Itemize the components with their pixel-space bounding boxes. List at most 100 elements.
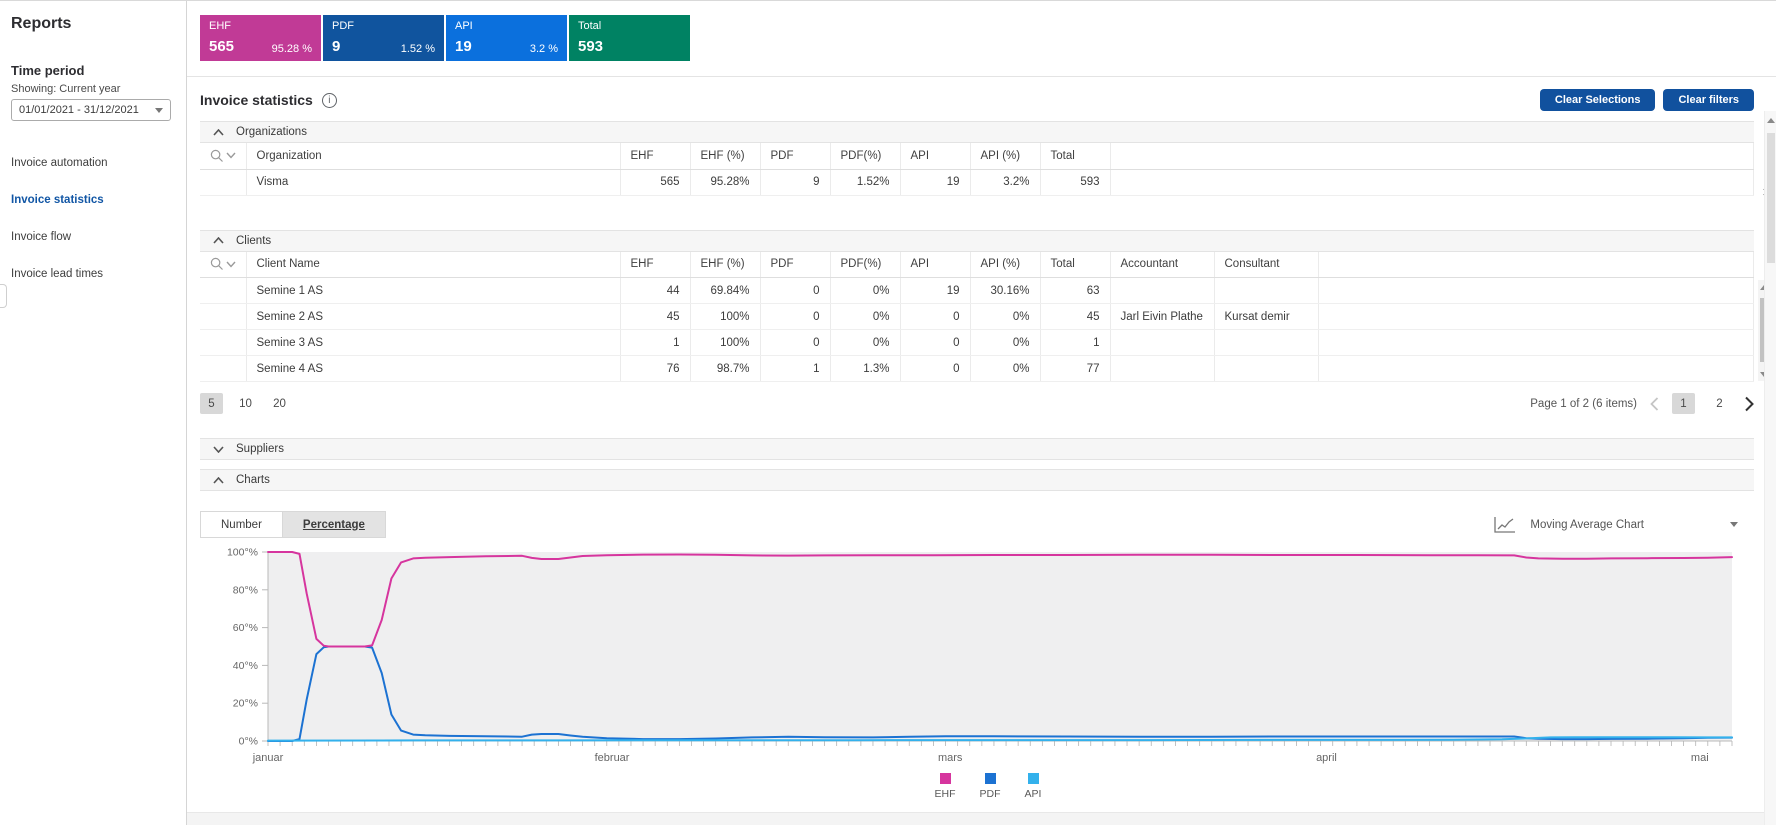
sidebar-item-invoice-lead-times[interactable]: Invoice lead times	[11, 268, 176, 280]
page-title-text: Invoice statistics	[200, 92, 313, 108]
summary-cards: EHF 565 95.28 % PDF 9 1.52 % API 19 3.2 …	[200, 15, 1776, 61]
legend-item-pdf[interactable]: PDF	[980, 773, 1001, 800]
moving-average-chart: 0°% 20°% 40°% 60°% 80°% 100°% januar februar mar…	[200, 544, 1776, 800]
section-header-charts[interactable]: Charts	[200, 469, 1754, 491]
table-row[interactable]: Semine 3 AS 1 100% 0 0% 0 0% 1	[200, 329, 1754, 356]
section-header-suppliers[interactable]: Suppliers	[200, 438, 1754, 460]
card-value: 565	[209, 38, 235, 55]
table-row[interactable]: Visma 565 95.28% 9 1.52% 19 3.2% 593	[200, 169, 1754, 196]
section-label: Suppliers	[236, 443, 284, 455]
clients-col-api[interactable]: API	[900, 251, 971, 278]
sidebar-item-invoice-flow[interactable]: Invoice flow	[11, 231, 176, 243]
org-cell-name: Visma	[246, 169, 621, 196]
clear-selections-button[interactable]: Clear Selections	[1539, 89, 1656, 111]
svg-text:april: april	[1316, 752, 1337, 764]
org-cell-api-pct: 3.2%	[970, 169, 1041, 196]
legend-swatch-api	[1027, 773, 1039, 784]
page-title-reports: Reports	[11, 15, 72, 32]
org-cell-total: 593	[1040, 169, 1111, 196]
sidebar: Reports Time period Showing: Current yea…	[0, 1, 187, 825]
page-size-5[interactable]: 5	[200, 393, 223, 414]
page-button-2[interactable]: 2	[1708, 393, 1731, 414]
toggle-percentage[interactable]: Percentage	[282, 511, 386, 538]
org-col-pdf[interactable]: PDF	[760, 143, 831, 170]
line-chart-icon	[1494, 517, 1516, 533]
chevron-right-icon[interactable]	[1744, 396, 1754, 412]
summary-card-pdf[interactable]: PDF 9 1.52 %	[323, 15, 444, 61]
chevron-up-icon	[213, 476, 224, 484]
chevron-up-icon	[213, 237, 224, 244]
table-row[interactable]: Semine 4 AS 76 98.7% 1 1.3% 0 0% 77	[200, 355, 1754, 382]
legend-item-api[interactable]: API	[1025, 773, 1041, 800]
legend-item-ehf[interactable]: EHF	[935, 773, 956, 800]
page-scrollbar[interactable]	[1764, 111, 1776, 825]
clients-col-name[interactable]: Client Name	[246, 251, 621, 278]
org-col-api-pct[interactable]: API (%)	[970, 143, 1041, 170]
summary-card-total[interactable]: Total 593	[569, 15, 690, 61]
info-icon[interactable]: i	[321, 92, 337, 108]
org-cell-pdf: 9	[760, 169, 831, 196]
summary-card-api[interactable]: API 19 3.2 %	[446, 15, 567, 61]
org-col-total[interactable]: Total	[1040, 143, 1111, 170]
sidebar-item-invoice-automation[interactable]: Invoice automation	[11, 157, 176, 169]
page-size-20[interactable]: 20	[268, 393, 291, 414]
clear-filters-button[interactable]: Clear filters	[1663, 89, 1754, 111]
card-percent: 1.52 %	[400, 43, 435, 55]
section-header-organizations[interactable]: Organizations	[200, 121, 1754, 143]
org-col-api[interactable]: API	[900, 143, 971, 170]
section-header-clients[interactable]: Clients	[200, 229, 1754, 252]
card-label: EHF	[209, 20, 231, 32]
clients-col-total[interactable]: Total	[1040, 251, 1111, 278]
card-label: PDF	[332, 20, 354, 32]
page-button-1[interactable]: 1	[1672, 393, 1695, 414]
client-cell-name: Semine 2 AS	[246, 303, 621, 330]
chevron-left-icon[interactable]	[1650, 396, 1659, 411]
chart-type-select[interactable]: Moving Average Chart	[1494, 516, 1738, 533]
table-row[interactable]: Semine 1 AS 44 69.84% 0 0% 19 30.16% 63	[200, 277, 1754, 304]
toggle-number[interactable]: Number	[200, 511, 283, 538]
scroll-up-icon[interactable]	[1767, 118, 1775, 123]
clients-col-pdf-pct[interactable]: PDF(%)	[830, 251, 901, 278]
summary-card-ehf[interactable]: EHF 565 95.28 %	[200, 15, 321, 61]
horizontal-scrollbar[interactable]	[187, 812, 1764, 825]
org-col-pdf-pct[interactable]: PDF(%)	[830, 143, 901, 170]
clients-col-ehf-pct[interactable]: EHF (%)	[690, 251, 761, 278]
caret-down-icon	[155, 107, 163, 113]
org-col-organization[interactable]: Organization	[246, 143, 621, 170]
report-nav: Invoice automation Invoice statistics In…	[11, 157, 176, 280]
section-label: Organizations	[236, 126, 307, 138]
clients-col-pdf[interactable]: PDF	[760, 251, 831, 278]
sidebar-item-invoice-statistics[interactable]: Invoice statistics	[11, 194, 176, 206]
svg-text:februar: februar	[595, 752, 630, 764]
search-icon	[210, 149, 223, 162]
date-range-select[interactable]: 01/01/2021 - 31/12/2021	[11, 99, 171, 121]
clients-col-consultant[interactable]: Consultant	[1214, 251, 1319, 278]
chart-canvas[interactable]: 0°% 20°% 40°% 60°% 80°% 100°% januar februar mar…	[200, 544, 1750, 766]
clients-col-api-pct[interactable]: API (%)	[970, 251, 1041, 278]
clients-table: Client Name EHF EHF (%) PDF PDF(%) API A…	[200, 251, 1754, 382]
org-col-ehf-pct[interactable]: EHF (%)	[690, 143, 761, 170]
org-filter-cell[interactable]	[200, 143, 247, 170]
svg-text:80°%: 80°%	[233, 584, 258, 596]
chart-legend: EHF PDF API	[200, 773, 1776, 800]
clients-filter-cell[interactable]	[200, 251, 247, 278]
table-row[interactable]: Semine 2 AS 45 100% 0 0% 0 0% 45 Jarl Ei…	[200, 303, 1754, 330]
clients-col-ehf[interactable]: EHF	[620, 251, 691, 278]
scrollbar-thumb[interactable]	[1767, 133, 1775, 263]
page-size-10[interactable]: 10	[234, 393, 257, 414]
panel-collapse-handle[interactable]	[0, 284, 7, 308]
clients-pagination: 5 10 20 Page 1 of 2 (6 items) 1 2	[200, 393, 1754, 414]
legend-label: PDF	[979, 788, 1001, 800]
client-cell-name: Semine 4 AS	[246, 355, 621, 382]
app-root: Reports Time period Showing: Current yea…	[0, 1, 1776, 825]
org-col-ehf[interactable]: EHF	[620, 143, 691, 170]
legend-swatch-pdf	[984, 773, 996, 784]
svg-text:20°%: 20°%	[233, 698, 258, 710]
card-value: 19	[455, 38, 472, 55]
chevron-down-icon	[213, 445, 224, 453]
card-label: Total	[578, 20, 602, 32]
clients-col-filler	[1318, 251, 1754, 278]
legend-swatch-ehf	[939, 773, 951, 784]
search-icon	[210, 258, 223, 271]
clients-col-accountant[interactable]: Accountant	[1110, 251, 1215, 278]
